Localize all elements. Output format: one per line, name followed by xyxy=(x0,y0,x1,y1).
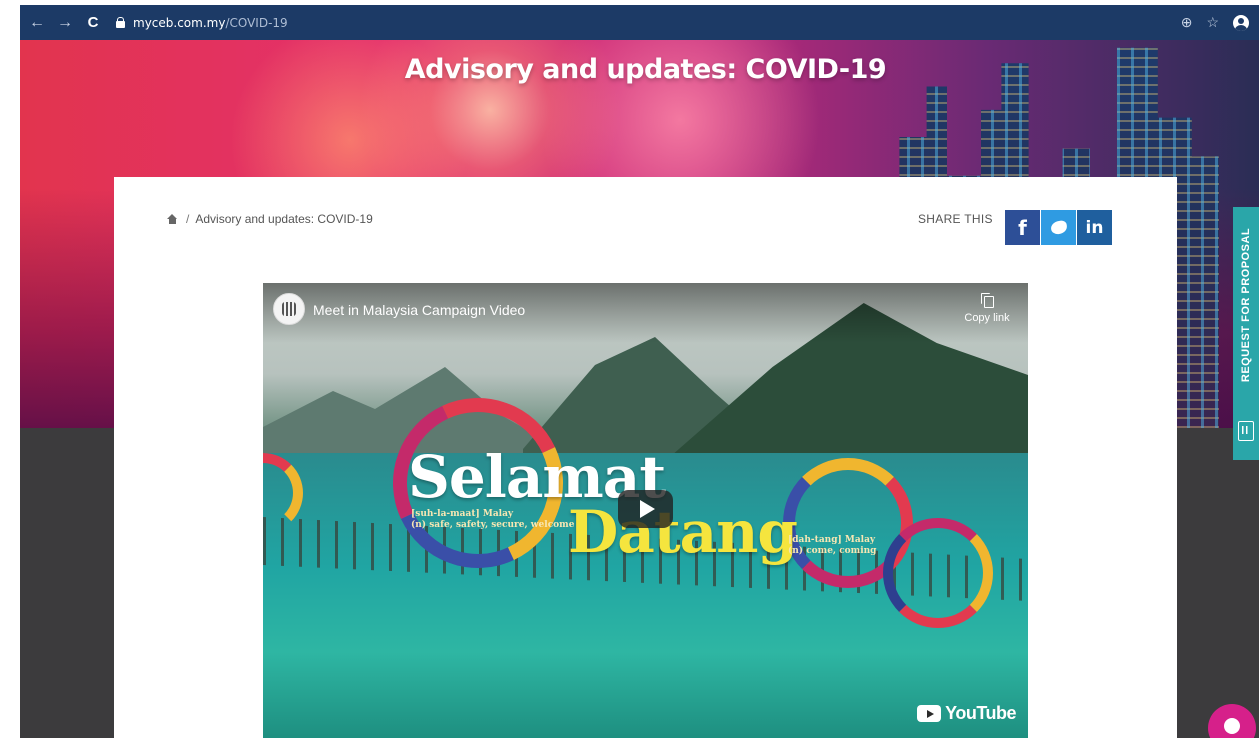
browser-actions: ⊕ ☆ xyxy=(1181,5,1249,40)
copy-icon xyxy=(981,293,994,308)
linkedin-share-button[interactable]: in xyxy=(1077,210,1112,245)
video-title[interactable]: Meet in Malaysia Campaign Video xyxy=(313,302,525,318)
browser-toolbar: ← → C myceb.com.my /COVID-19 ⊕ ☆ xyxy=(20,5,1259,40)
play-icon[interactable] xyxy=(618,490,673,528)
channel-avatar[interactable] xyxy=(273,293,305,325)
lock-icon xyxy=(116,17,125,28)
url-host: myceb.com.my xyxy=(133,15,226,30)
page-title: Advisory and updates: COVID-19 xyxy=(404,54,887,85)
home-icon[interactable] xyxy=(167,214,178,224)
content-card: / Advisory and updates: COVID-19 SHARE T… xyxy=(114,177,1177,738)
facebook-icon: f xyxy=(1018,215,1027,240)
video-word-datang: Datang xyxy=(568,498,798,566)
zoom-icon[interactable]: ⊕ xyxy=(1181,14,1193,31)
back-arrow-icon[interactable]: ← xyxy=(26,12,48,34)
breadcrumb-separator: / xyxy=(186,212,190,226)
gloss-pronunciation: [dah-tang] Malay xyxy=(788,535,876,545)
video-player[interactable]: Meet in Malaysia Campaign Video Copy lin… xyxy=(263,283,1028,738)
share-buttons: f in xyxy=(1005,210,1112,245)
linkedin-icon: in xyxy=(1085,217,1104,238)
video-gloss-selamat: [suh-la-maat] Malay (n) safe, safety, se… xyxy=(411,509,574,531)
gloss-meaning: (n) come, coming xyxy=(788,546,877,556)
video-gloss-datang: [dah-tang] Malay (n) come, coming xyxy=(788,535,876,557)
page: ← → C myceb.com.my /COVID-19 ⊕ ☆ Advisor… xyxy=(0,0,1259,738)
profile-icon[interactable] xyxy=(1233,14,1249,31)
copy-link-label: Copy link xyxy=(964,312,1010,324)
proposal-icon xyxy=(1238,421,1254,441)
youtube-logo[interactable]: YouTube xyxy=(917,703,1016,724)
copy-link-button[interactable]: Copy link xyxy=(962,293,1012,324)
youtube-icon xyxy=(917,705,942,722)
request-for-proposal-tab[interactable]: REQUEST FOR PROPOSAL xyxy=(1233,207,1259,460)
gloss-meaning: (n) safe, safety, secure, welcome xyxy=(411,520,575,530)
url-path: /COVID-19 xyxy=(225,15,288,30)
breadcrumb: / Advisory and updates: COVID-19 xyxy=(167,212,373,226)
twitter-share-button[interactable] xyxy=(1041,210,1076,245)
reload-icon[interactable]: C xyxy=(82,12,104,34)
breadcrumb-current: Advisory and updates: COVID-19 xyxy=(195,212,373,226)
facebook-share-button[interactable]: f xyxy=(1005,210,1040,245)
youtube-wordmark: YouTube xyxy=(945,703,1016,723)
twitter-icon xyxy=(1049,219,1068,236)
rfp-label: REQUEST FOR PROPOSAL xyxy=(1240,227,1252,383)
swirl-decoration xyxy=(883,518,993,628)
gloss-pronunciation: [suh-la-maat] Malay xyxy=(411,509,514,519)
share-label: SHARE THIS xyxy=(918,212,993,226)
address-bar[interactable]: myceb.com.my /COVID-19 xyxy=(116,16,288,30)
star-icon[interactable]: ☆ xyxy=(1206,14,1219,31)
forward-arrow-icon[interactable]: → xyxy=(54,12,76,34)
